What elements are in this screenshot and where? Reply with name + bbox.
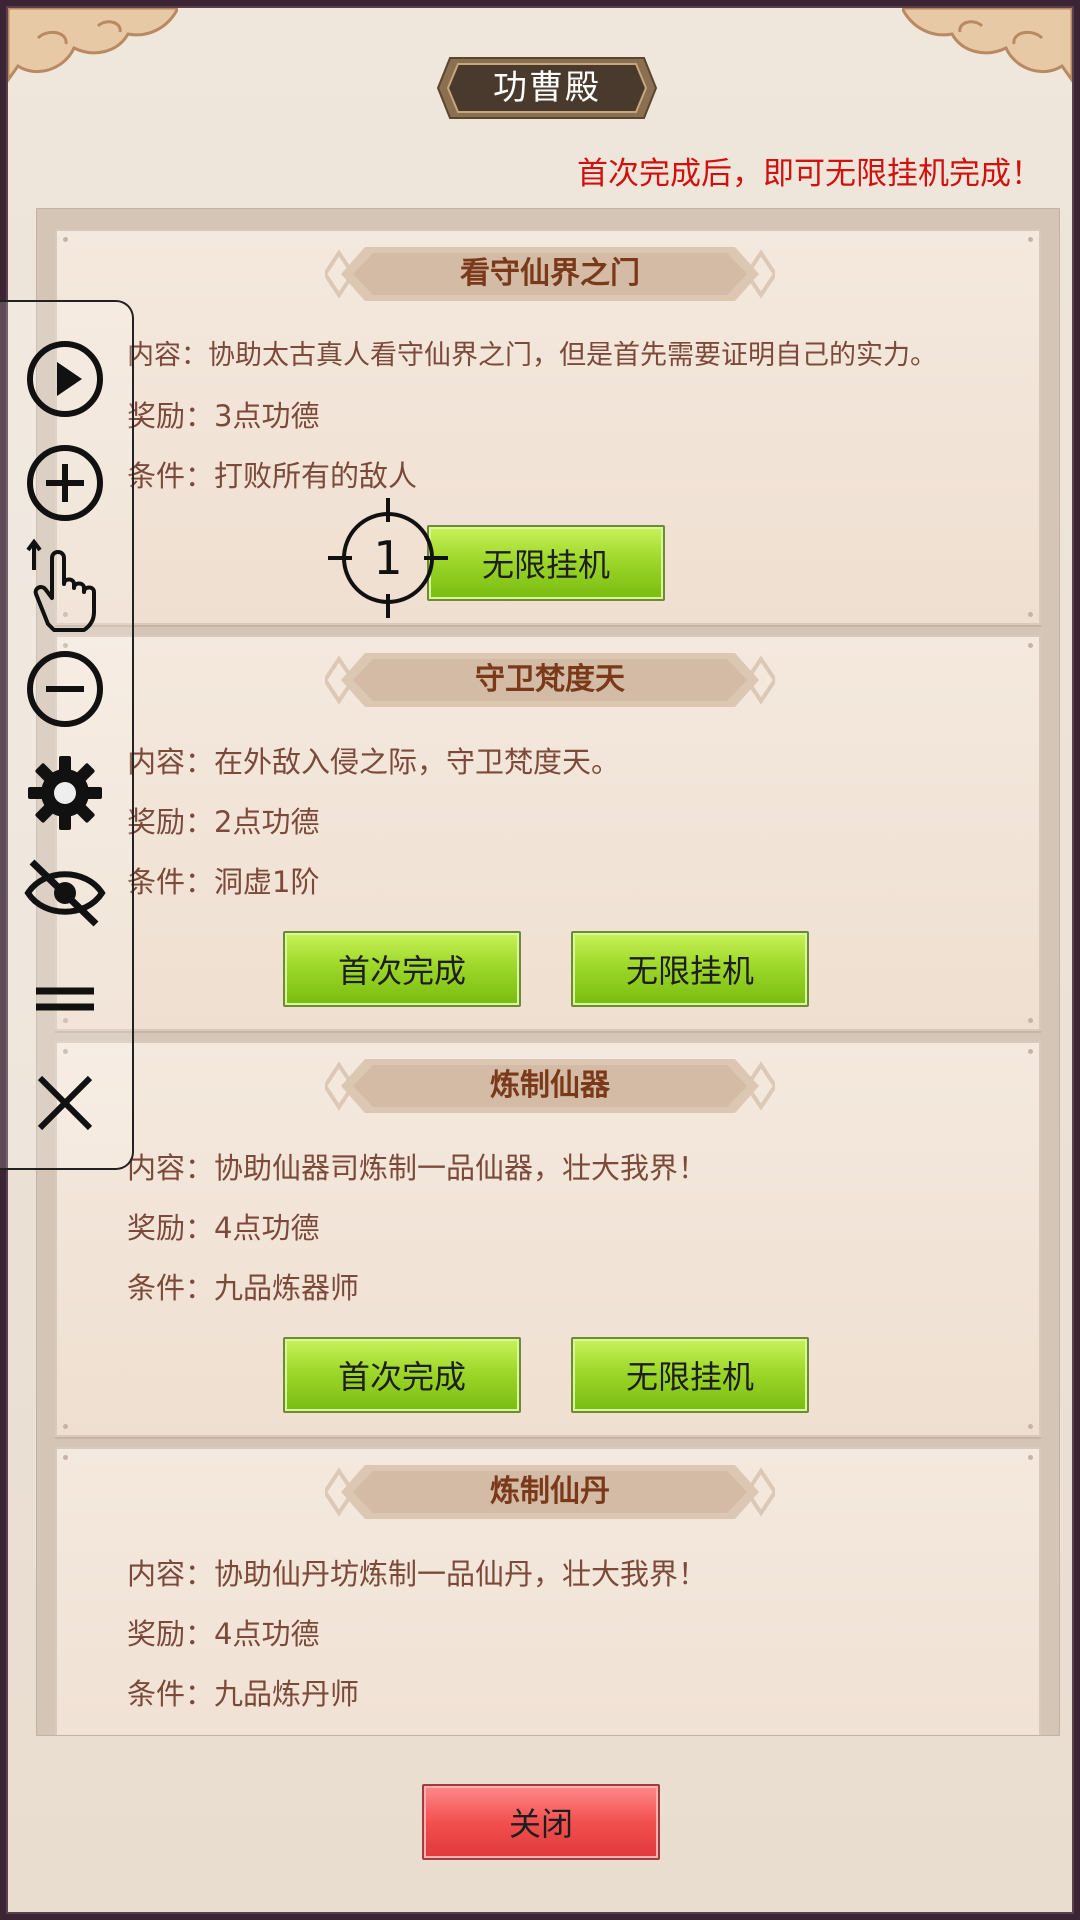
eye-off-icon[interactable] bbox=[24, 852, 106, 934]
task-card: 炼制仙器 内容：协助仙器司炼制一品仙器，壮大我界！ 奖励：4点功德 条件：九品炼… bbox=[55, 1041, 1041, 1437]
floating-toolbar bbox=[0, 300, 134, 1170]
gear-icon[interactable] bbox=[24, 752, 106, 834]
task-title: 炼制仙丹 bbox=[490, 1474, 610, 1509]
tap-target-crosshair: 1 bbox=[328, 498, 448, 618]
crosshair-label: 1 bbox=[373, 531, 403, 585]
corner-dot bbox=[63, 1455, 68, 1460]
task-title: 炼制仙器 bbox=[490, 1068, 610, 1103]
infinite-idle-button[interactable]: 无限挂机 bbox=[427, 525, 665, 601]
notice-text: 首次完成后，即可无限挂机完成！ bbox=[577, 156, 1042, 192]
title-plaque: 功曹殿 bbox=[436, 56, 658, 120]
task-card: 看守仙界之门 内容：协助太古真人看守仙界之门，但是首先需要证明自己的实力。 奖励… bbox=[55, 229, 1041, 625]
menu-icon[interactable] bbox=[24, 958, 106, 1040]
infinite-idle-button[interactable]: 无限挂机 bbox=[571, 1337, 809, 1413]
close-icon[interactable] bbox=[24, 1062, 106, 1144]
task-reward: 奖励：2点功德 bbox=[127, 805, 320, 839]
corner-dot bbox=[63, 237, 68, 242]
task-list[interactable]: 看守仙界之门 内容：协助太古真人看守仙界之门，但是首先需要证明自己的实力。 奖励… bbox=[36, 208, 1060, 1736]
corner-dot bbox=[1028, 643, 1033, 648]
zoom-out-icon[interactable] bbox=[24, 648, 106, 730]
task-content: 内容：协助仙丹坊炼制一品仙丹，壮大我界！ bbox=[127, 1557, 708, 1591]
page-title: 功曹殿 bbox=[493, 68, 601, 108]
mission-dialog: 功曹殿 首次完成后，即可无限挂机完成！ 看守仙界之门 内容：协助太古真人看守仙界… bbox=[6, 6, 1074, 1914]
task-condition: 条件：九品炼丹师 bbox=[127, 1677, 360, 1711]
tap-gesture-icon[interactable] bbox=[24, 534, 106, 634]
close-button[interactable]: 关闭 bbox=[422, 1784, 660, 1860]
corner-dot bbox=[63, 1424, 68, 1429]
task-card: 守卫梵度天 内容：在外敌入侵之际，守卫梵度天。 奖励：2点功德 条件：洞虚1阶 … bbox=[55, 635, 1041, 1031]
cloud-ornament-right bbox=[902, 8, 1072, 83]
task-title: 看守仙界之门 bbox=[460, 256, 640, 291]
task-reward: 奖励：3点功德 bbox=[127, 399, 320, 433]
task-card: 炼制仙丹 内容：协助仙丹坊炼制一品仙丹，壮大我界！ 奖励：4点功德 条件：九品炼… bbox=[55, 1447, 1041, 1735]
first-complete-button[interactable]: 首次完成 bbox=[283, 1337, 521, 1413]
zoom-in-icon[interactable] bbox=[24, 442, 106, 524]
corner-dot bbox=[1028, 237, 1033, 242]
task-reward: 奖励：4点功德 bbox=[127, 1617, 320, 1651]
task-condition: 条件：九品炼器师 bbox=[127, 1271, 360, 1305]
corner-dot bbox=[1028, 612, 1033, 617]
first-complete-button[interactable]: 首次完成 bbox=[283, 931, 521, 1007]
corner-dot bbox=[1028, 1455, 1033, 1460]
corner-dot bbox=[1028, 1018, 1033, 1023]
task-content: 内容：协助太古真人看守仙界之门，但是首先需要证明自己的实力。 bbox=[127, 340, 937, 371]
task-content: 内容：协助仙器司炼制一品仙器，壮大我界！ bbox=[127, 1151, 708, 1185]
cloud-ornament-left bbox=[8, 8, 178, 83]
task-content: 内容：在外敌入侵之际，守卫梵度天。 bbox=[127, 745, 621, 779]
corner-dot bbox=[1028, 1424, 1033, 1429]
corner-dot bbox=[1028, 1049, 1033, 1054]
task-title: 守卫梵度天 bbox=[475, 662, 625, 697]
task-reward: 奖励：4点功德 bbox=[127, 1211, 320, 1245]
task-condition: 条件：打败所有的敌人 bbox=[127, 459, 418, 493]
task-condition: 条件：洞虚1阶 bbox=[127, 865, 320, 899]
infinite-idle-button[interactable]: 无限挂机 bbox=[571, 931, 809, 1007]
play-icon[interactable] bbox=[24, 338, 106, 420]
